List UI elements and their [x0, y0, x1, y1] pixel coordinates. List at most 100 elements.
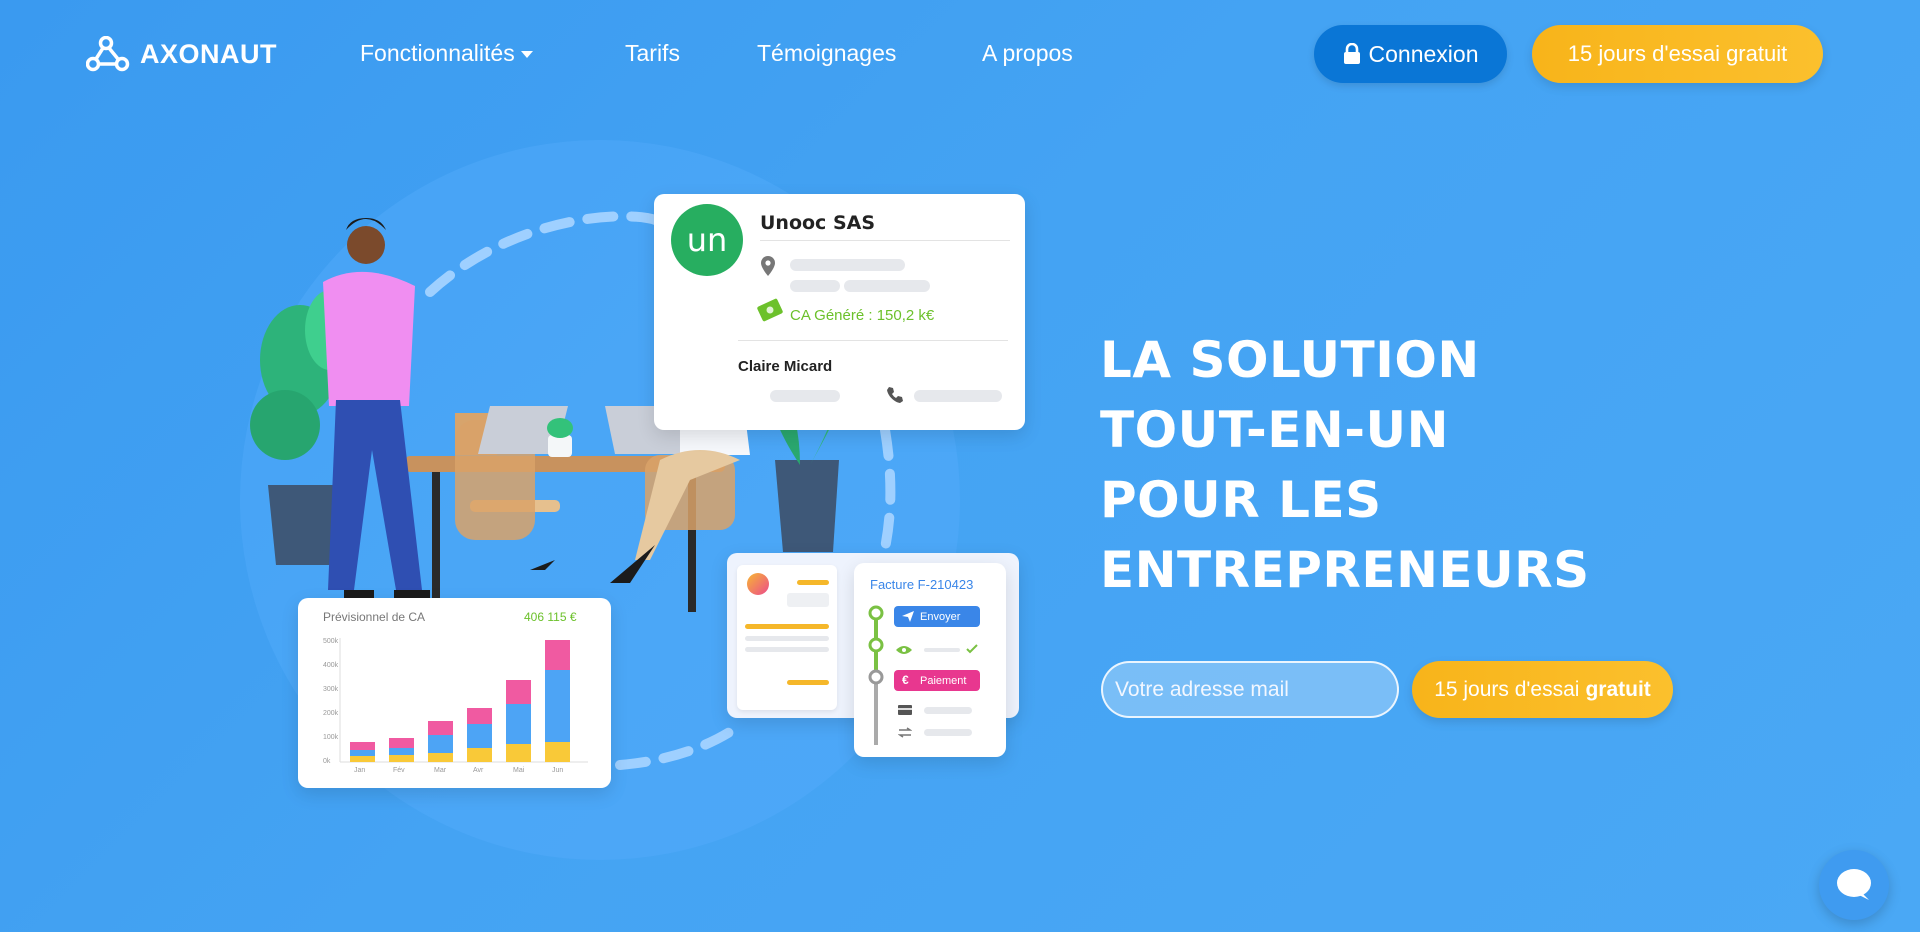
placeholder-line [790, 259, 905, 271]
forecast-bar-segment [389, 748, 414, 755]
y-tick: 0k [323, 758, 331, 765]
forecast-bar-segment [506, 680, 531, 704]
forecast-bar-segment [389, 738, 414, 748]
forecast-bar-segment [428, 735, 453, 753]
forecast-title: Prévisionnel de CA [323, 610, 426, 624]
document-preview-card [727, 553, 1019, 718]
y-tick: 400k [323, 662, 339, 669]
forecast-bar-segment [428, 753, 453, 762]
invoice-title: Facture F-210423 [870, 577, 974, 592]
eye-icon [896, 646, 912, 654]
workflow-timeline [868, 605, 884, 745]
login-button[interactable]: Connexion [1314, 25, 1507, 83]
forecast-bar-segment [428, 721, 453, 735]
card-icon [898, 705, 912, 715]
nav-item-label: Fonctionnalités [360, 40, 515, 66]
axonaut-logo-icon [86, 36, 130, 72]
divider [738, 340, 1008, 341]
placeholder-line [914, 390, 1002, 402]
hero-title-line: POUR LES [1100, 471, 1382, 529]
desk [405, 413, 735, 612]
dashed-arc-right [865, 425, 896, 605]
forecast-bar-segment [467, 724, 492, 748]
placeholder-line [745, 636, 829, 641]
send-icon [902, 611, 914, 622]
y-tick: 500k [323, 638, 339, 645]
banknote-icon [757, 298, 783, 322]
placeholder-line [745, 647, 829, 652]
top-navbar: AXONAUT Fonctionnalités Tarifs Témoignag… [0, 0, 1920, 108]
forecast-bar-segment [506, 704, 531, 744]
forecast-bar-chart: 500k 400k 300k 200k 100k 0k Jan Fév Mar … [323, 638, 588, 774]
phone-icon [887, 387, 903, 403]
placeholder-block [787, 593, 829, 607]
x-tick: Jun [552, 767, 563, 774]
nav-item-a-propos[interactable]: A propos [982, 40, 1073, 67]
check-icon [966, 644, 978, 654]
placeholder-line [745, 624, 829, 629]
person-seated [530, 306, 750, 583]
forecast-bar-segment [350, 750, 375, 756]
email-input[interactable] [1101, 661, 1399, 718]
forecast-bar-segment [389, 755, 414, 762]
dashed-arc-top [425, 211, 665, 297]
x-tick: Mar [434, 767, 447, 774]
location-pin-icon [761, 256, 775, 276]
nav-item-tarifs[interactable]: Tarifs [625, 40, 680, 67]
x-tick: Avr [473, 767, 484, 774]
forecast-bar-segment [506, 744, 531, 762]
person-standing [323, 218, 430, 598]
hero-title: LA SOLUTION TOUT-EN-UN POUR LES ENTREPRE… [1100, 325, 1660, 605]
placeholder-line [787, 680, 829, 685]
hero-trial-label: 15 jours d'essai [1434, 677, 1580, 701]
company-name: Unooc SAS [760, 212, 876, 234]
nav-item-temoignages[interactable]: Témoignages [757, 40, 896, 67]
caret-down-icon [520, 51, 533, 59]
forecast-bar-segment [350, 756, 375, 762]
forecast-bar-segment [545, 742, 570, 762]
hero-trial-button[interactable]: 15 jours d'essai gratuit [1412, 661, 1673, 718]
transfer-icon [898, 727, 912, 738]
divider [760, 240, 1010, 241]
forecast-bar-segment [350, 742, 375, 750]
forecast-bar-segment [545, 640, 570, 670]
company-card: un Unooc SAS CA Généré : 150,2 k€ Claire… [654, 194, 1025, 430]
nav-item-fonctionnalites[interactable]: Fonctionnalités [360, 40, 533, 67]
x-tick: Fév [393, 767, 405, 774]
laptops [478, 406, 693, 457]
login-label: Connexion [1368, 40, 1479, 67]
brand-logo[interactable]: AXONAUT [86, 36, 277, 72]
payment-step: € Paiement [894, 670, 980, 691]
chat-widget-button[interactable] [1819, 850, 1889, 920]
hero-title-line: LA SOLUTION [1100, 331, 1480, 389]
payment-step-label: Paiement [920, 674, 967, 687]
brand-name: AXONAUT [140, 38, 277, 69]
hero-title-line: TOUT-EN-UN [1100, 401, 1449, 459]
chat-bubble-icon [1837, 869, 1871, 900]
x-tick: Mai [513, 767, 525, 774]
y-tick: 100k [323, 734, 339, 741]
halo-shape [240, 140, 960, 860]
lock-icon [1343, 43, 1360, 64]
plant-right [768, 365, 850, 552]
placeholder-line [790, 280, 840, 292]
forecast-bar-segment [467, 708, 492, 724]
contact-name: Claire Micard [738, 358, 833, 375]
y-tick: 200k [323, 710, 339, 717]
document-logo-icon [747, 573, 769, 595]
hero-title-line: ENTREPRENEURS [1100, 541, 1590, 599]
placeholder-line [924, 707, 972, 714]
placeholder-line [924, 729, 972, 736]
dashed-arc-bottom [615, 720, 745, 770]
free-trial-button[interactable]: 15 jours d'essai gratuit [1532, 25, 1823, 83]
forecast-bar-segment [467, 748, 492, 762]
company-logo: un [671, 204, 743, 276]
revenue-generated: CA Généré : 150,2 k€ [790, 307, 935, 324]
placeholder-line [797, 580, 829, 585]
forecast-total: 406 115 € [524, 610, 577, 624]
plant-left [250, 290, 355, 565]
placeholder-line [844, 280, 930, 292]
send-step: Envoyer [894, 606, 980, 627]
forecast-bar-segment [545, 670, 570, 742]
hero-trial-label-bold: gratuit [1585, 677, 1651, 701]
